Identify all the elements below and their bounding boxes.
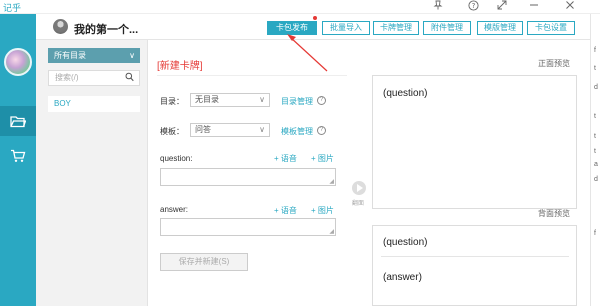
- front-preview-card: (question): [372, 75, 577, 209]
- divider: [157, 75, 347, 76]
- template-dropdown-value: 问答: [195, 125, 211, 134]
- right-edge-panel: [590, 14, 600, 306]
- cart-icon[interactable]: [0, 141, 36, 171]
- back-preview-card: (question) (answer): [372, 225, 577, 306]
- directory-dropdown-value: 无目录: [195, 95, 219, 104]
- directory-dropdown[interactable]: 无目录 ∨: [190, 93, 270, 107]
- list-item[interactable]: BOY: [48, 96, 140, 112]
- question-field-label: question:: [160, 154, 193, 163]
- back-preview-label: 背面预览: [538, 209, 570, 218]
- chevron-down-icon: ∨: [129, 51, 135, 60]
- editor-heading: [新建卡牌]: [157, 61, 203, 72]
- add-image-button[interactable]: + 图片: [311, 153, 334, 164]
- folder-icon[interactable]: [0, 106, 36, 136]
- card-editor: [新建卡牌] 目录： 无目录 ∨ 目录管理 ? 模板： 问答 ∨ 模板管理 ? …: [148, 40, 348, 306]
- help-icon[interactable]: ?: [466, 0, 480, 14]
- attachment-manage-button[interactable]: 附件管理: [423, 21, 471, 35]
- template-manage-link[interactable]: 模板管理: [281, 126, 313, 137]
- edge-text: d: [594, 176, 598, 183]
- flip-label: 翻面: [352, 201, 365, 207]
- directory-manage-link[interactable]: 目录管理: [281, 96, 313, 107]
- chevron-down-icon: ∨: [259, 95, 265, 104]
- publish-button[interactable]: 卡包发布: [267, 21, 317, 35]
- directory-select[interactable]: 所有目录 ∨: [48, 48, 140, 63]
- app-window: 记乎 ? 我的第一个... 卡包发布 批量导入 卡牌管理 附件管理 模版管理 卡…: [0, 0, 600, 306]
- user-avatar[interactable]: [4, 48, 32, 76]
- edge-text: t: [594, 113, 596, 120]
- flip-icon[interactable]: [352, 181, 366, 195]
- notification-dot: [313, 16, 317, 20]
- edge-text: a: [594, 161, 598, 168]
- edge-text: t: [594, 65, 596, 72]
- add-voice-button[interactable]: + 语音: [274, 153, 297, 164]
- search-placeholder: 搜索(/): [55, 73, 79, 82]
- template-field-label: 模板：: [160, 127, 184, 136]
- edge-text: d: [594, 84, 598, 91]
- answer-field-label: answer:: [160, 205, 189, 214]
- close-icon[interactable]: [563, 0, 577, 14]
- expand-icon[interactable]: [495, 0, 509, 14]
- question-input[interactable]: ◢: [160, 168, 336, 186]
- add-image-button[interactable]: + 图片: [311, 205, 334, 216]
- answer-input[interactable]: ◢: [160, 218, 336, 236]
- title-bar: 记乎 ?: [0, 0, 600, 14]
- search-icon: [125, 72, 134, 87]
- directory-select-label: 所有目录: [54, 51, 86, 60]
- preview-panel: 正面预览 (question) 翻面 背面预览 (question) (answ…: [348, 40, 600, 306]
- pin-icon[interactable]: [431, 0, 445, 14]
- edge-text: f: [594, 230, 596, 237]
- chevron-down-icon: ∨: [259, 125, 265, 134]
- deck-settings-button[interactable]: 卡包设置: [527, 21, 575, 35]
- deck-title: 我的第一个...: [74, 24, 139, 36]
- deck-avatar: [53, 19, 68, 34]
- template-dropdown[interactable]: 问答 ∨: [190, 123, 270, 137]
- app-name: 记乎: [3, 3, 22, 13]
- card-manage-button[interactable]: 卡牌管理: [373, 21, 419, 35]
- help-icon[interactable]: ?: [317, 96, 326, 105]
- resize-grip-icon: ◢: [329, 229, 334, 235]
- edge-text: t: [594, 133, 596, 140]
- help-icon[interactable]: ?: [317, 126, 326, 135]
- minimize-icon[interactable]: [527, 0, 541, 14]
- svg-text:?: ?: [471, 2, 475, 10]
- front-question-text: (question): [383, 88, 428, 99]
- directory-panel: 所有目录 ∨ 搜索(/) BOY: [36, 40, 148, 306]
- directory-search-input[interactable]: 搜索(/): [48, 70, 140, 86]
- back-question-text: (question): [383, 237, 428, 248]
- batch-import-button[interactable]: 批量导入: [322, 21, 370, 35]
- divider: [381, 256, 569, 257]
- front-preview-label: 正面预览: [538, 59, 570, 68]
- add-voice-button[interactable]: + 语音: [274, 205, 297, 216]
- sidebar: [0, 14, 36, 306]
- save-and-new-button[interactable]: 保存并新建(S): [160, 253, 248, 271]
- directory-field-label: 目录：: [160, 97, 184, 106]
- edge-text: f: [594, 47, 596, 54]
- resize-grip-icon: ◢: [329, 179, 334, 185]
- edge-text: t: [594, 148, 596, 155]
- template-manage-button[interactable]: 模版管理: [477, 21, 523, 35]
- back-answer-text: (answer): [383, 272, 422, 283]
